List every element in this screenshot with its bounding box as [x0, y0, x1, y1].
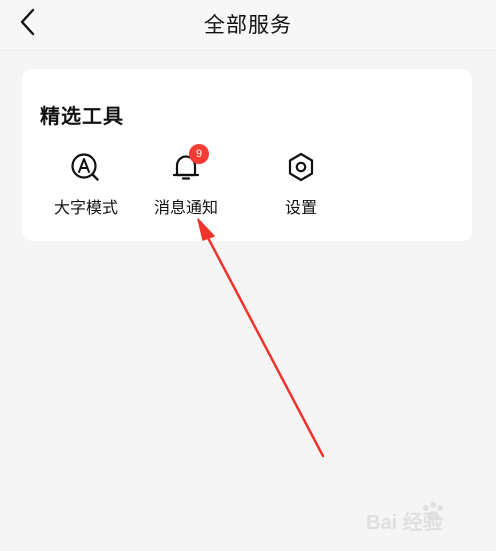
- large-font-icon: [71, 153, 99, 181]
- baidu-jingyan-watermark: Bai 经验: [360, 498, 480, 534]
- watermark-text: Bai 经验: [366, 512, 443, 534]
- tool-label: 大字模式: [53, 198, 118, 217]
- tool-settings[interactable]: 设置: [256, 145, 346, 219]
- featured-tools-title: 精选工具: [40, 104, 124, 128]
- tool-notifications[interactable]: 9 消息通知: [141, 144, 231, 219]
- settings-hexagon-icon: [288, 152, 314, 182]
- tool-label: 设置: [284, 198, 317, 217]
- featured-tools-card: 精选工具 大字模式 9 消息通知 设置: [22, 69, 472, 241]
- top-navigation-bar: 全部服务: [0, 0, 496, 51]
- tool-large-font-mode[interactable]: 大字模式: [41, 145, 131, 219]
- page-title: 全部服务: [204, 13, 292, 37]
- tool-label: 消息通知: [153, 198, 218, 217]
- notification-count-badge: 9: [189, 144, 209, 164]
